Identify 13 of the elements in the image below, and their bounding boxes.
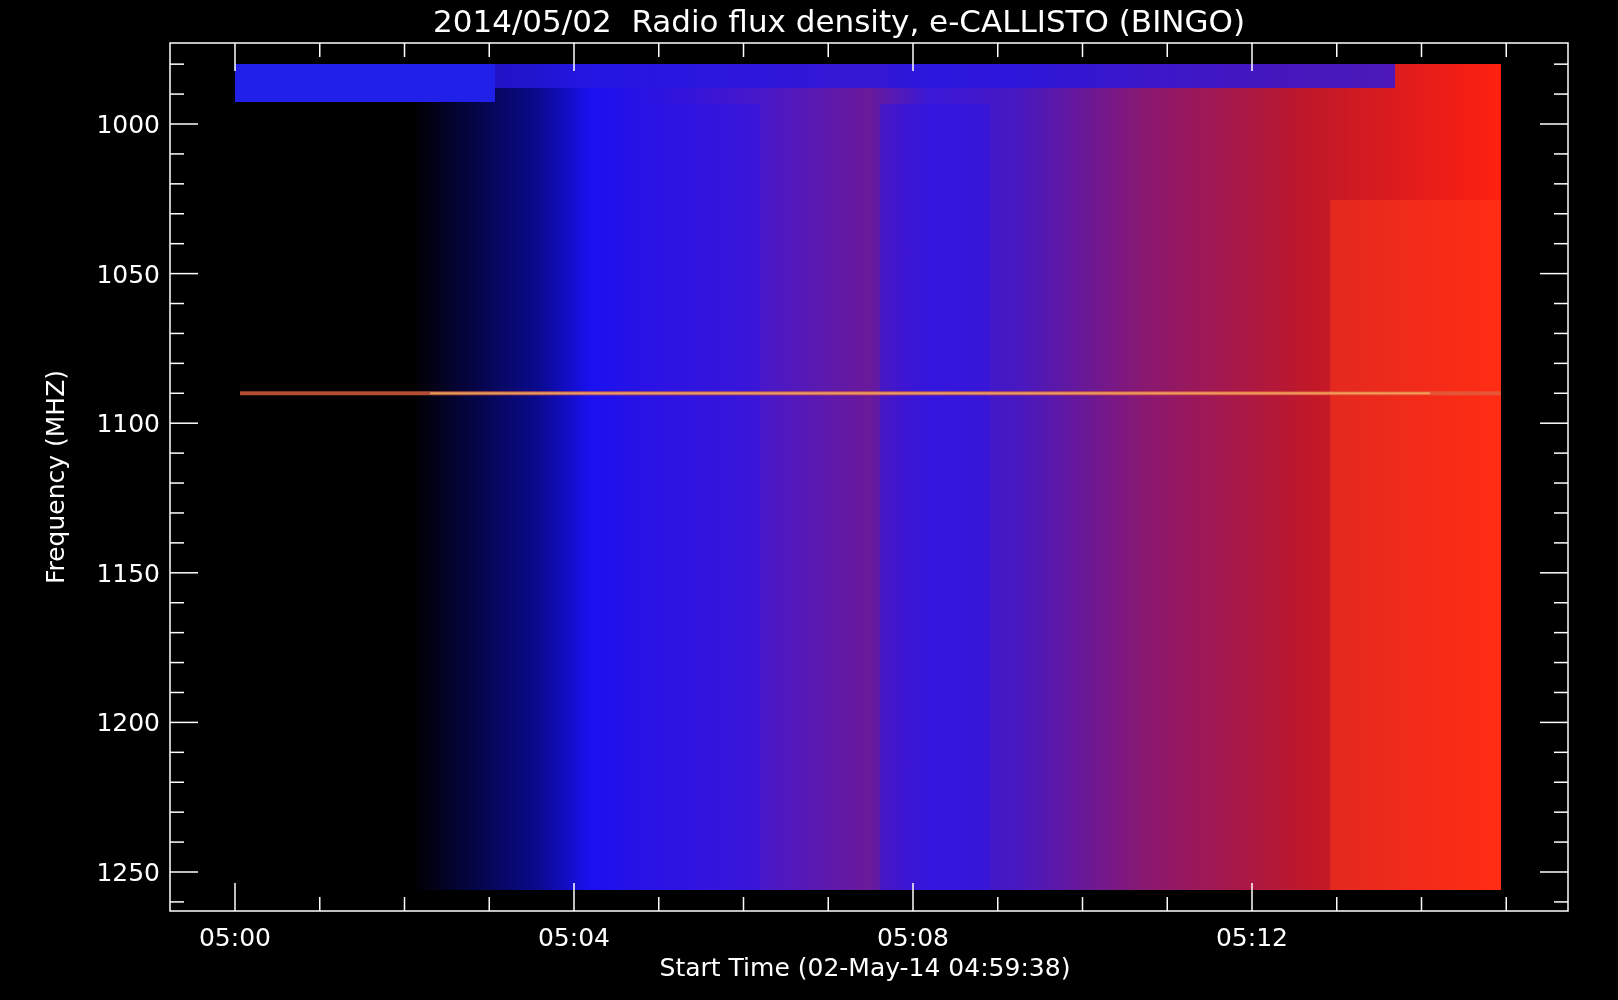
tick-label: 1050	[96, 259, 160, 289]
tick-label: 1000	[96, 110, 160, 139]
tick-label: 05:12	[1216, 923, 1288, 952]
tick-label: 05:00	[199, 923, 271, 952]
tick-label: 05:08	[877, 923, 949, 952]
axis-title: Frequency (MHZ)	[41, 369, 70, 585]
tick-label: 05:04	[538, 923, 610, 952]
tick-label: 1150	[96, 558, 160, 588]
tick-label: 1200	[96, 708, 160, 738]
tick-label: 1250	[96, 858, 160, 887]
axis-title: Start Time (02-May-14 04:59:38)	[659, 953, 1071, 982]
tick-label: 1100	[96, 409, 160, 439]
chart-title: 2014/05/02 Radio flux density, e-CALLISTO (BINGO)	[433, 3, 1245, 39]
